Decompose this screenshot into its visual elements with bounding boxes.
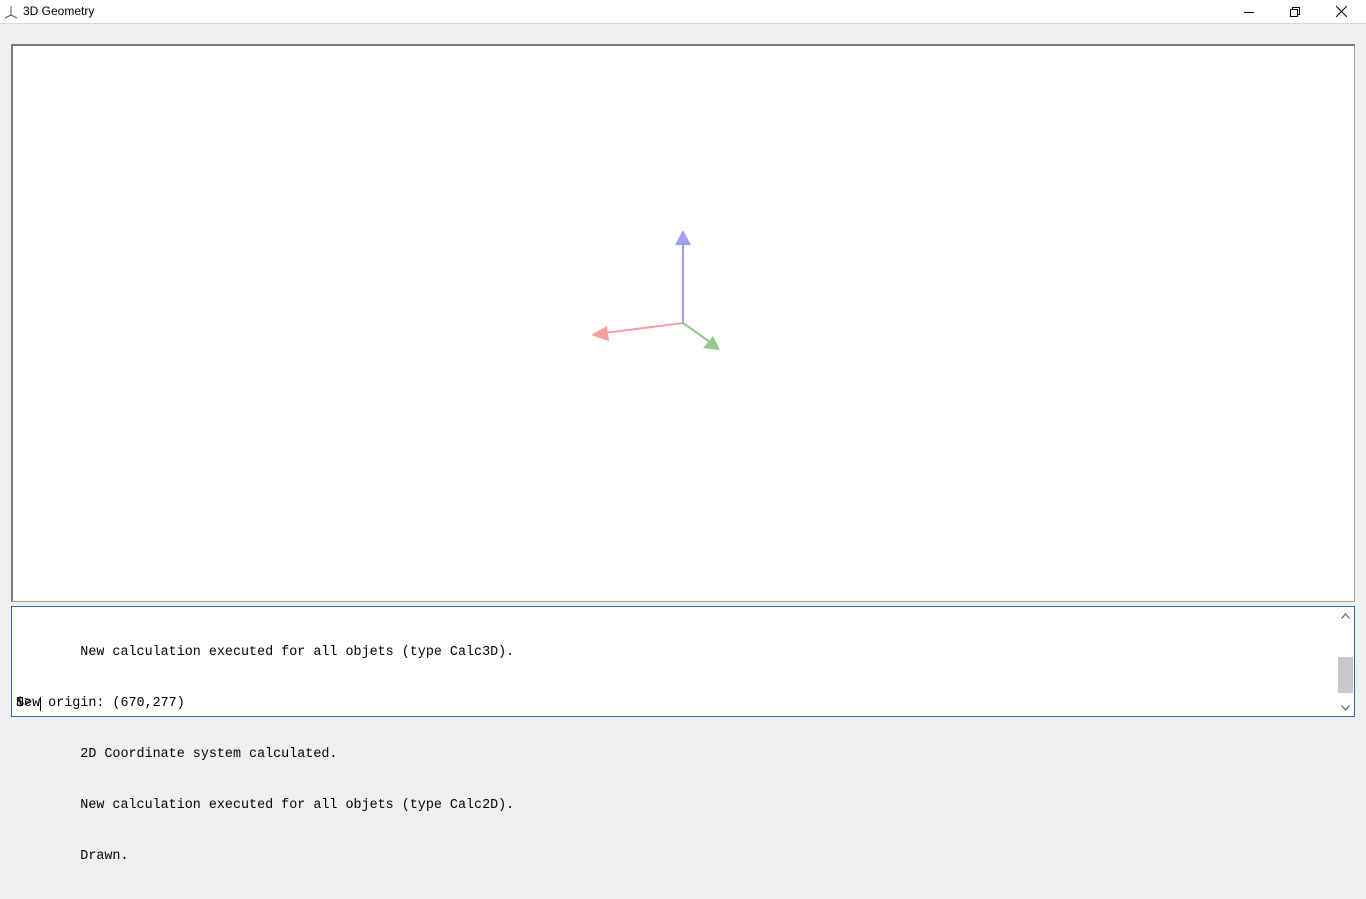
- coordinate-axes: [591, 230, 720, 350]
- chevron-up-icon: [1341, 612, 1350, 619]
- console-line: New origin: (670,277): [16, 696, 185, 711]
- title-bar: 3D Geometry: [0, 0, 1366, 24]
- chevron-down-icon: [1341, 704, 1350, 711]
- close-icon: [1335, 6, 1347, 17]
- minimize-icon: [1244, 11, 1254, 13]
- scroll-thumb[interactable]: [1338, 657, 1353, 694]
- scroll-up-button[interactable]: [1337, 607, 1354, 624]
- console-line: 2D Coordinate system calculated.: [16, 747, 338, 762]
- axes-icon: [3, 4, 19, 20]
- command-input[interactable]: $>: [16, 695, 42, 712]
- x-axis-arrowhead: [591, 326, 609, 341]
- 3d-viewport[interactable]: [11, 44, 1355, 602]
- close-button[interactable]: [1318, 0, 1364, 23]
- restore-icon: [1290, 6, 1300, 17]
- console-panel[interactable]: New calculation executed for all objets …: [11, 606, 1355, 864]
- scroll-down-button[interactable]: [1337, 699, 1354, 716]
- x-axis: [604, 322, 684, 334]
- console-line: New calculation executed for all objets …: [16, 798, 515, 813]
- console-scrollbar[interactable]: [1337, 607, 1354, 716]
- console-line: New calculation executed for all objets …: [16, 645, 515, 660]
- console-line: Drawn.: [16, 849, 129, 864]
- console-output: New calculation executed for all objets …: [16, 610, 1334, 899]
- text-caret: [40, 696, 42, 711]
- window-title: 3D Geometry: [23, 4, 95, 18]
- y-axis: [682, 322, 711, 343]
- prompt-symbol: $>: [16, 696, 33, 711]
- minimize-button[interactable]: [1226, 0, 1272, 23]
- restore-button[interactable]: [1272, 0, 1318, 23]
- z-axis-arrowhead: [675, 230, 691, 245]
